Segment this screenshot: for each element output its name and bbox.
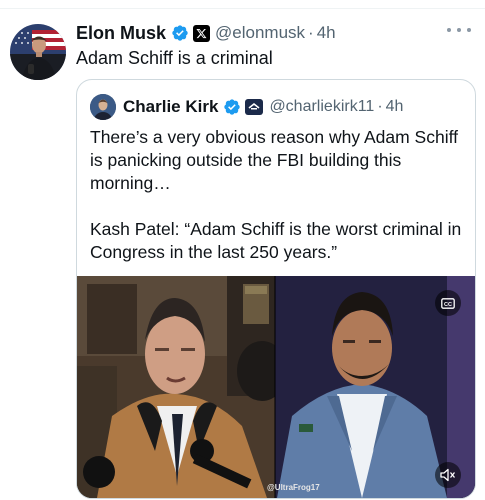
x-affiliation-icon[interactable] xyxy=(193,24,211,42)
closed-captions-icon[interactable]: CC xyxy=(435,290,461,316)
organization-affiliation-icon[interactable] xyxy=(245,99,264,115)
quoted-paragraph: Kash Patel: “Adam Schiff is the worst cr… xyxy=(90,219,462,262)
quoted-tweet-text: There’s a very obvious reason why Adam S… xyxy=(90,126,462,264)
quoted-author-handle[interactable]: @charliekirk11 xyxy=(269,98,374,116)
verified-badge-icon xyxy=(171,24,189,42)
quoted-paragraph: There’s a very obvious reason why Adam S… xyxy=(90,127,459,193)
verified-badge-icon xyxy=(223,98,241,116)
video-watermark: @UltraFrog17 xyxy=(267,483,320,492)
video-player[interactable]: @UltraFrog17 CC xyxy=(77,276,475,498)
avatar[interactable] xyxy=(10,24,66,80)
divider xyxy=(0,8,485,9)
muted-speaker-icon[interactable] xyxy=(435,462,461,488)
quoted-author-name[interactable]: Charlie Kirk xyxy=(123,97,218,117)
tweet-header: Elon Musk @elonmusk · 4h xyxy=(76,22,465,44)
more-options-icon[interactable] xyxy=(447,22,471,38)
svg-text:CC: CC xyxy=(444,302,452,308)
author-name[interactable]: Elon Musk xyxy=(76,23,166,44)
quoted-avatar[interactable] xyxy=(90,94,116,120)
video-frame xyxy=(77,276,475,498)
tweet-text: Adam Schiff is a criminal xyxy=(76,48,273,68)
timestamp[interactable]: 4h xyxy=(317,23,336,43)
quoted-tweet[interactable]: Charlie Kirk @charliekirk11 · 4h There’s… xyxy=(76,79,476,499)
quoted-timestamp[interactable]: 4h xyxy=(386,98,404,116)
separator: · xyxy=(377,98,383,115)
separator: · xyxy=(308,23,314,42)
quoted-tweet-header: Charlie Kirk @charliekirk11 · 4h xyxy=(90,94,403,120)
author-handle[interactable]: @elonmusk xyxy=(215,23,305,43)
